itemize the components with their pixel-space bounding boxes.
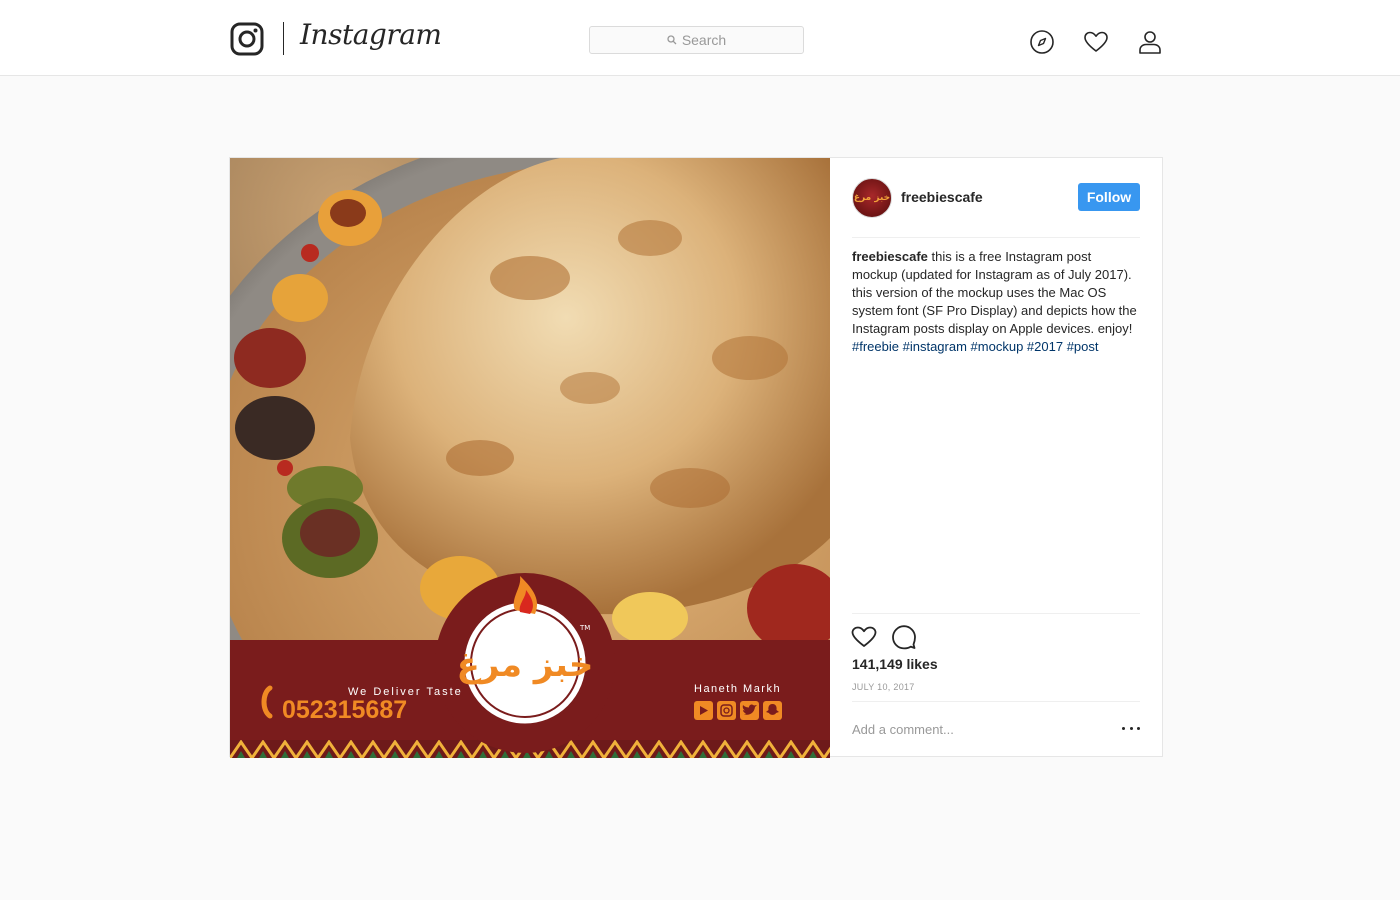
search-icon [667,35,677,45]
comment-bubble-icon[interactable] [891,624,917,650]
post-date: JULY 10, 2017 [852,682,915,692]
instagram-wordmark[interactable]: Instagram [300,18,442,51]
post-photo[interactable]: خبز مرغ TM We Deliver Taste 052315687 Ha… [230,158,830,758]
hashtag-link[interactable]: #instagram [903,339,967,354]
hashtag-link[interactable]: #freebie [852,339,899,354]
more-dot [1129,726,1133,730]
follow-button[interactable]: Follow [1078,183,1140,211]
brand-handle-text: Haneth Markh [694,683,781,695]
phone-number-text: 052315687 [282,696,407,724]
trademark-text: TM [579,624,590,632]
add-comment-input[interactable] [852,718,1102,740]
more-options-icon[interactable] [1122,722,1140,734]
hashtag-link[interactable]: #post [1067,339,1099,354]
search-box[interactable]: Search [589,26,804,54]
logo-divider [283,22,284,55]
post-header: خبز مرغ freebiescafe Follow [852,178,1140,238]
avatar-logo-text: خبز مرغ [853,193,891,203]
food-advert-image: خبز مرغ TM We Deliver Taste 052315687 Ha… [230,158,830,758]
activity-heart-icon[interactable] [1083,29,1109,55]
post-side-panel: خبز مرغ freebiescafe Follow freebiescafe… [830,158,1164,758]
comment-bar [852,701,1140,757]
likes-count[interactable]: 141,149 likes [852,656,938,672]
top-navigation: Instagram Search [0,0,1400,76]
profile-user-icon[interactable] [1137,29,1163,55]
search-placeholder: Search [681,32,727,48]
avatar[interactable]: خبز مرغ [852,178,892,218]
hashtag-link[interactable]: #mockup [971,339,1024,354]
more-dot [1122,726,1125,730]
caption-username[interactable]: freebiescafe [852,249,928,264]
instagram-small-icon [717,701,736,720]
more-dot [1137,726,1140,730]
post-username[interactable]: freebiescafe [901,189,983,205]
hashtag-link[interactable]: #2017 [1027,339,1063,354]
like-heart-icon[interactable] [851,624,877,650]
explore-compass-icon[interactable] [1029,29,1055,55]
post-card: خبز مرغ TM We Deliver Taste 052315687 Ha… [229,157,1164,758]
post-caption: freebiescafe this is a free Instagram po… [852,248,1140,356]
post-actions [851,613,1140,650]
brand-logo-text: خبز مرغ [457,645,594,685]
instagram-logo-icon[interactable] [230,22,264,56]
